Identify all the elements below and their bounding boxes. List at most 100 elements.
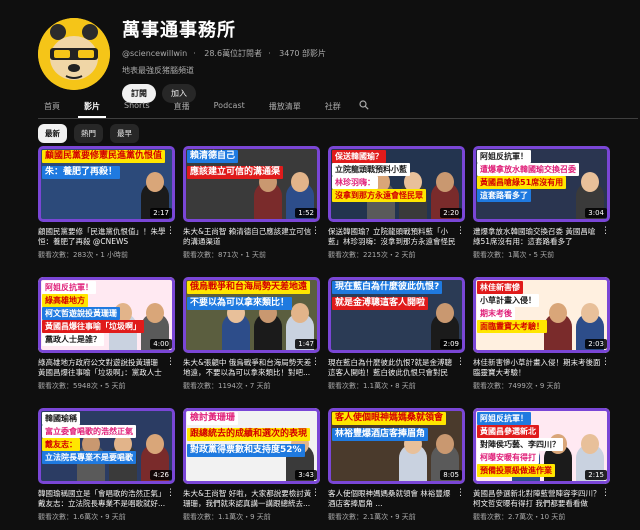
thumbnail-caption: 期末考後	[477, 307, 515, 320]
video-card[interactable]: 韓國瑜稱 富立委會唱歌的浩然正氣 戴友志： 立法院長專業不是要唱歌 4:26 韓國瑜稱國立…	[38, 408, 175, 530]
duration-badge: 1:47	[295, 339, 317, 349]
video-card[interactable]: 阿姐反抗軍！ 黃國昌參選新北 對陣侯巧藝、李四川？ 柯曝安暖有得打 預備投票級做進作業 2…	[473, 408, 610, 530]
channel-description[interactable]: 地表最強反猪腦頻道	[122, 65, 332, 76]
tab-playlists[interactable]: 播放清單	[263, 96, 307, 117]
video-title[interactable]: 朱大&張顧中 俄烏戰爭和台海局勢天差地遠，不要以為可以拿來類比！對吧...	[183, 358, 320, 378]
meta-separator: ·	[193, 49, 196, 58]
video-card[interactable]: 林佳新害慘 小草計畫入侵！ 期末考後 面臨靈寶大考驗！ 2:03 林佳新害慘小草計畫入侵！…	[473, 277, 610, 399]
more-options-icon[interactable]: ⋮	[311, 226, 320, 236]
video-card[interactable]: 阿姐反抗軍！ 綠高雄地方 柯文哲遊說投黃珊珊 黃國昌爆往事喻「垃圾啊」 黨政人士是誰？ 4…	[38, 277, 175, 399]
more-options-icon[interactable]: ⋮	[311, 488, 320, 498]
chip-popular[interactable]: 熱門	[74, 124, 103, 143]
video-thumbnail[interactable]: 客人使個眼神媽媽桑就領會 林裕豐爆酒店客捧眉角 8:05	[328, 408, 465, 484]
duration-badge: 3:43	[295, 470, 317, 480]
more-options-icon[interactable]: ⋮	[166, 357, 175, 367]
video-title[interactable]: 客人使個眼神媽媽桑就領會 林裕豐爆酒店客捧眉角 ...	[328, 489, 465, 509]
thumbnail-person-head	[436, 303, 454, 323]
more-options-icon[interactable]: ⋮	[601, 488, 610, 498]
meta-separator: ·	[268, 49, 271, 58]
thumbnail-caption: 對陣侯巧藝、李四川？	[477, 438, 563, 451]
video-thumbnail[interactable]: 顧國民黨要修憲民進黨仇恨值 朱：養肥了再殺！ 2:17	[38, 146, 175, 222]
duration-badge: 8:05	[440, 470, 462, 480]
tab-community[interactable]: 社群	[319, 96, 347, 117]
video-thumbnail[interactable]: 韓國瑜稱 富立委會唱歌的浩然正氣 戴友志： 立法院長專業不是要唱歌 4:26	[38, 408, 175, 484]
duration-badge: 2:17	[150, 208, 172, 218]
video-thumbnail[interactable]: 阿姐反抗軍！ 黃國昌參選新北 對陣侯巧藝、李四川？ 柯曝安暖有得打 預備投票級做進作業 2…	[473, 408, 610, 484]
video-card[interactable]: 顧國民黨要修憲民進黨仇恨值 朱：養肥了再殺！ 2:17 顧國民黨要修「民進黨仇恨值」！…	[38, 146, 175, 268]
video-card[interactable]: 檢討黃珊珊 跟總統去的成績和選次的表現 對政黨得票數和支持度52% 3:43 朱大&王尚…	[183, 408, 320, 530]
video-title[interactable]: 朱大&王尚智 好啦，大家都說要檢討黃珊珊，我們就來認真講一講跟總統去...	[183, 489, 320, 509]
thumbnail-caption: 客人使個眼神媽媽桑就領會	[332, 412, 447, 425]
more-options-icon[interactable]: ⋮	[456, 488, 465, 498]
more-options-icon[interactable]: ⋮	[601, 357, 610, 367]
thumbnail-caption: 應該建立可信的溝通渠	[187, 166, 284, 179]
video-thumbnail[interactable]: 林佳新害慘 小草計畫入侵！ 期末考後 面臨靈寶大考驗！ 2:03	[473, 277, 610, 353]
thumbnail-person-head	[146, 303, 164, 323]
video-thumbnail[interactable]: 保送韓國瑜？ 立院龍頭戰預料小藍 林珍羽嗨： 沒拿到那方永遠會怪民眾 2:20	[328, 146, 465, 222]
video-stats: 觀看次數：2215次・2 天前	[328, 251, 416, 259]
chip-latest[interactable]: 最新	[38, 124, 67, 143]
video-card[interactable]: 客人使個眼神媽媽桑就領會 林裕豐爆酒店客捧眉角 8:05 客人使個眼神媽媽桑就領會 林…	[328, 408, 465, 530]
thumbnail-caption: 黃國昌爆往事喻「垃圾啊」	[42, 320, 144, 333]
video-title[interactable]: 綠高雄地方政府公文對遊說投黃珊珊 黃國昌爆往事喻「垃圾啊」：黨政人士是誰...	[38, 358, 175, 378]
duration-badge: 1:52	[295, 208, 317, 218]
more-options-icon[interactable]: ⋮	[311, 357, 320, 367]
channel-meta: @sciencewillwin · 28.6萬位訂閱者 · 3470 部影片	[122, 48, 332, 59]
video-thumbnail[interactable]: 俄烏戰爭和台海局勢天差地遠 不要以為可以拿來類比！ 1:47	[183, 277, 320, 353]
chip-oldest[interactable]: 最早	[110, 124, 139, 143]
video-card[interactable]: 保送韓國瑜？ 立院龍頭戰預料小藍 林珍羽嗨： 沒拿到那方永遠會怪民眾 2:20 保送韓國瑜…	[328, 146, 465, 268]
duration-badge: 3:04	[585, 208, 607, 218]
duration-badge: 2:09	[440, 339, 462, 349]
video-card[interactable]: 賴清德自己 應該建立可信的溝通渠 1:52 朱大&王尚智 賴清德自己應該建立可信的溝通…	[183, 146, 320, 268]
thumbnail-caption: 遭爆拿放水韓國瑜交換召委	[477, 163, 579, 176]
video-title[interactable]: 黃國昌參選新北對陣藍營陣容李四川？柯文哲安曝有得打 我們都要看看做個...	[473, 489, 610, 509]
video-thumbnail[interactable]: 賴清德自己 應該建立可信的溝通渠 1:52	[183, 146, 320, 222]
thumbnail-person-head	[549, 303, 567, 323]
more-options-icon[interactable]: ⋮	[166, 488, 175, 498]
more-options-icon[interactable]: ⋮	[166, 226, 175, 236]
tab-home[interactable]: 首頁	[38, 96, 66, 117]
video-thumbnail[interactable]: 現在藍白為什麼彼此仇恨? 就是金溥聰這客人開啦 2:09	[328, 277, 465, 353]
thumbnail-person-head	[581, 303, 599, 323]
video-card[interactable]: 阿姐反抗軍！ 遭爆拿放水韓國瑜交換召委 黃國昌嗆綠51席沒有用 這套路看多了 3:04 遭…	[473, 146, 610, 268]
duration-badge: 2:03	[585, 339, 607, 349]
thumbnail-caption: 林裕豐爆酒店客捧眉角	[332, 428, 429, 441]
thumbnail-caption: 阿姐反抗軍！	[477, 150, 531, 163]
video-title[interactable]: 韓國瑜稱國立是「會唱歌的浩然正氣」 戴友志：立法院長專業不是唱歌就好...	[38, 489, 175, 509]
thumbnail-caption: 綠高雄地方	[42, 294, 88, 307]
video-card[interactable]: 現在藍白為什麼彼此仇恨? 就是金溥聰這客人開啦 2:09 現在藍白為什麼彼此仇恨?就是…	[328, 277, 465, 399]
channel-name: 萬事通事務所	[122, 20, 236, 41]
thumbnail-caption: 面臨靈寶大考驗！	[477, 320, 547, 333]
duration-badge: 2:20	[440, 208, 462, 218]
video-card[interactable]: 俄烏戰爭和台海局勢天差地遠 不要以為可以拿來類比！ 1:47 朱大&張顧中 俄烏戰爭和…	[183, 277, 320, 399]
video-thumbnail[interactable]: 阿姐反抗軍！ 綠高雄地方 柯文哲遊說投黃珊珊 黃國昌爆往事喻「垃圾啊」 黨政人士是誰？ 4…	[38, 277, 175, 353]
video-thumbnail[interactable]: 阿姐反抗軍！ 遭爆拿放水韓國瑜交換召委 黃國昌嗆綠51席沒有用 這套路看多了 3:04	[473, 146, 610, 222]
thumbnail-caption: 黃國昌嗆綠51席沒有用	[477, 176, 567, 189]
video-thumbnail[interactable]: 檢討黃珊珊 跟總統去的成績和選次的表現 對政黨得票數和支持度52% 3:43	[183, 408, 320, 484]
more-options-icon[interactable]: ⋮	[456, 357, 465, 367]
video-title[interactable]: 保送韓國瑜？立院龍頭戰預料藍「小藍」林珍羽嗨：沒拿到那方永遠會怪民眾...	[328, 227, 465, 247]
tab-videos[interactable]: 影片	[78, 96, 106, 118]
thumbnail-caption: 柯文哲遊說投黃珊珊	[42, 307, 120, 320]
video-title[interactable]: 遭爆拿放水韓國瑜交換召委 黃國昌嗆綠51席沒有用：這套路看多了 @CNEWS	[473, 227, 610, 247]
tab-podcast[interactable]: Podcast	[208, 96, 251, 117]
video-title[interactable]: 現在藍白為什麼彼此仇恨?就是金溥聰這客人開啦！藍白彼此仇恨只會對民進...	[328, 358, 465, 378]
thumbnail-caption: 現在藍白為什麼彼此仇恨?	[332, 281, 443, 294]
tab-live[interactable]: 直播	[168, 96, 196, 117]
thumbnail-caption: 小草計畫入侵！	[477, 294, 539, 307]
video-title[interactable]: 林佳新害慘小草計畫入侵！期末考後面臨靈寶大考驗！	[473, 358, 610, 378]
duration-badge: 2:15	[585, 470, 607, 480]
search-icon[interactable]	[359, 100, 369, 110]
channel-avatar[interactable]	[38, 18, 110, 90]
thumbnail-person-head	[146, 434, 164, 454]
thumbnail-caption: 跟總統去的成績和選次的表現	[187, 428, 311, 441]
video-stats: 觀看次數：1194次・7 天前	[183, 382, 271, 390]
video-title[interactable]: 顧國民黨要修「民進黨仇恨值」！朱學恒：養肥了再殺 @CNEWS	[38, 227, 175, 247]
more-options-icon[interactable]: ⋮	[456, 226, 465, 236]
thumbnail-caption: 沒拿到那方永遠會怪民眾	[332, 189, 426, 202]
video-title[interactable]: 朱大&王尚智 賴清德自己應該建立可信的溝通渠道	[183, 227, 320, 247]
more-options-icon[interactable]: ⋮	[601, 226, 610, 236]
channel-header: 萬事通事務所 @sciencewillwin · 28.6萬位訂閱者 · 3470 …	[38, 14, 618, 103]
tab-shorts[interactable]: Shorts	[118, 96, 156, 117]
thumbnail-caption: 林珍羽嗨：	[332, 176, 378, 189]
